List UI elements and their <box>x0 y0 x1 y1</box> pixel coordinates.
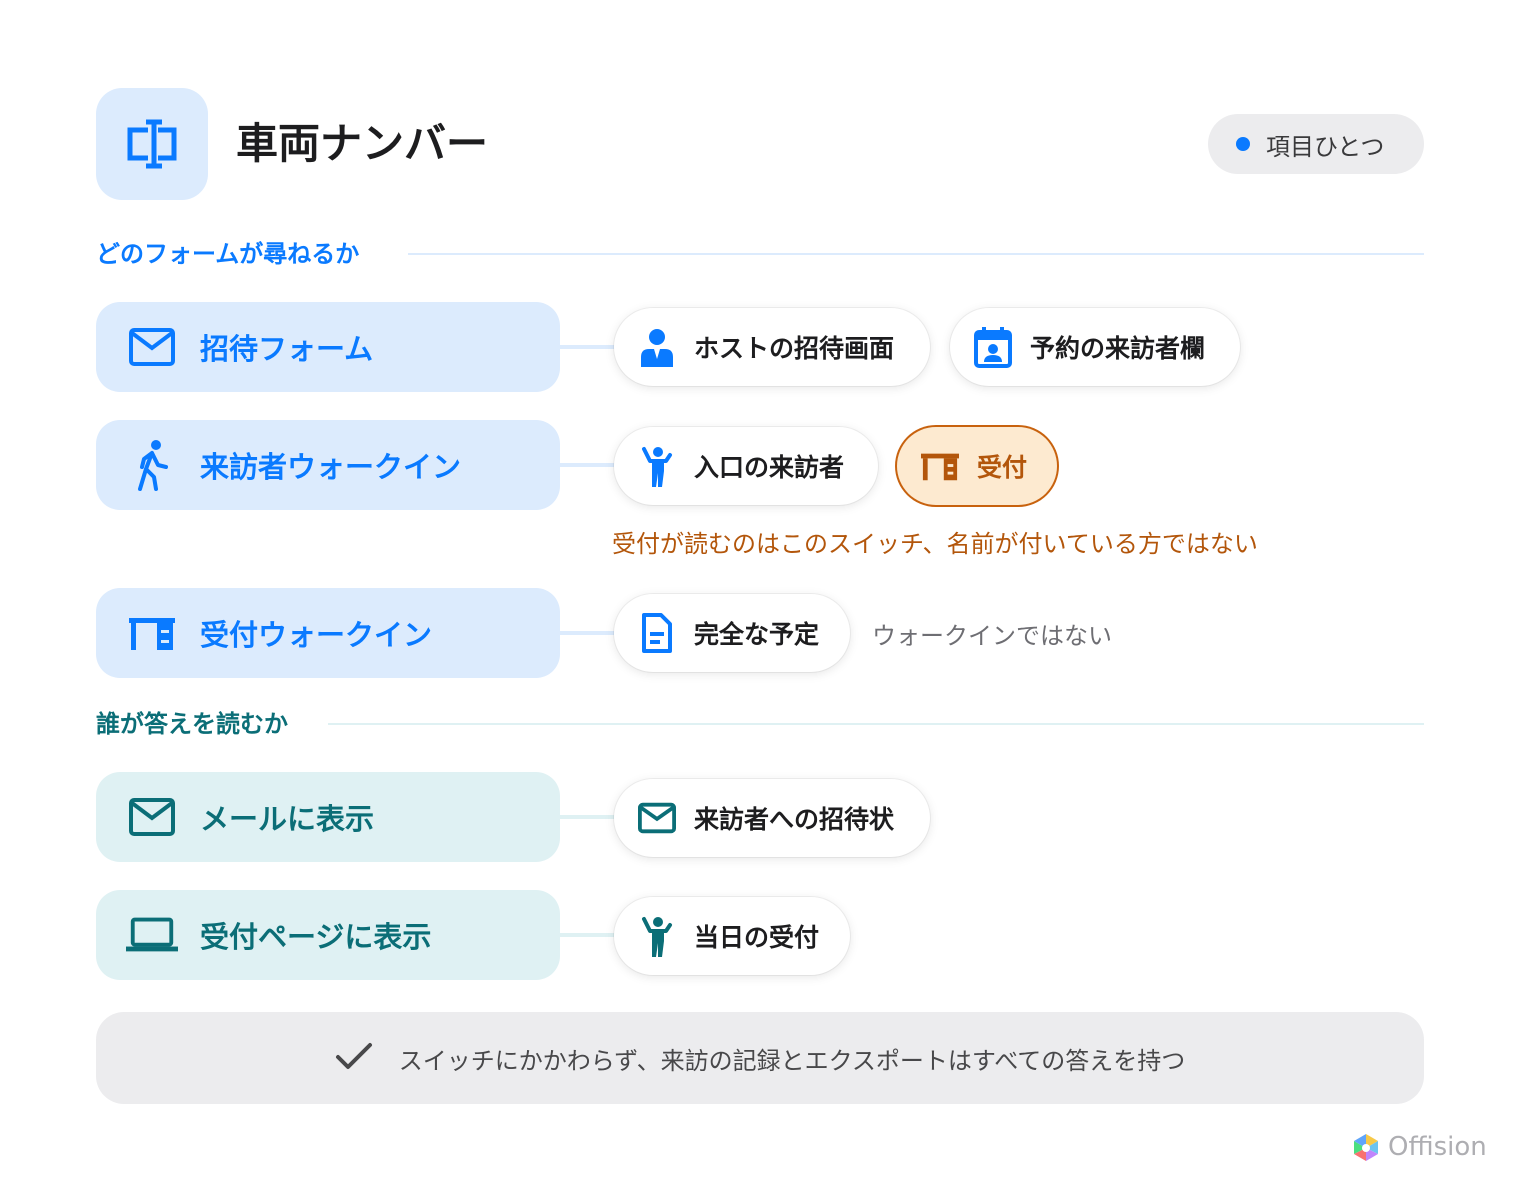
category-label: 来訪者ウォークイン <box>200 450 462 484</box>
pill-entrance-visitor: 入口の来訪者 <box>614 427 878 505</box>
pill-same-day-reception: 当日の受付 <box>614 897 850 975</box>
category-visitor-walkin: 来訪者ウォークイン <box>96 420 560 510</box>
brand-name: Offision <box>1388 1132 1487 1162</box>
status-badge-label: 項目ひとつ <box>1266 132 1385 161</box>
title-icon-box <box>96 88 208 200</box>
calendar-person-icon <box>974 326 1012 368</box>
connector <box>560 933 614 937</box>
reception-desk-icon <box>921 445 959 487</box>
pill-reservation-visitor: 予約の来訪者欄 <box>950 308 1240 386</box>
pill-label: 予約の来訪者欄 <box>1030 334 1206 363</box>
category-label: 招待フォーム <box>200 332 374 366</box>
text-field-icon <box>127 119 177 169</box>
host-icon <box>638 326 676 368</box>
category-reception-walkin: 受付ウォークイン <box>96 588 560 678</box>
category-invite-form: 招待フォーム <box>96 302 560 392</box>
footer-note: スイッチにかかわらず、来訪の記録とエクスポートはすべての答えを持つ <box>96 1012 1424 1104</box>
section-divider-forms <box>408 253 1424 255</box>
not-walkin-note: ウォークインではない <box>872 622 1112 650</box>
footer-text: スイッチにかかわらず、来訪の記録とエクスポートはすべての答えを持つ <box>398 1046 1186 1075</box>
check-icon <box>335 1041 373 1075</box>
reception-desk-icon <box>126 607 178 659</box>
category-label: メールに表示 <box>200 802 375 836</box>
mail-icon <box>126 321 178 373</box>
pill-label: ホストの招待画面 <box>694 334 895 363</box>
connector <box>560 463 614 467</box>
section-divider-readers <box>328 723 1424 725</box>
pill-host-invite: ホストの招待画面 <box>614 308 930 386</box>
category-label: 受付ウォークイン <box>200 618 433 652</box>
waving-person-icon <box>638 915 676 957</box>
waving-person-icon <box>638 445 676 487</box>
pill-label: 入口の来訪者 <box>694 453 845 482</box>
laptop-icon <box>126 909 178 961</box>
pill-reception-highlight: 受付 <box>897 427 1057 505</box>
pill-label: 当日の受付 <box>694 923 820 952</box>
walking-person-icon <box>126 439 178 491</box>
status-dot <box>1236 137 1250 151</box>
offision-logo-icon <box>1354 1134 1378 1161</box>
brand-logo: Offision <box>1352 1132 1487 1162</box>
mail-icon <box>638 797 676 839</box>
document-icon <box>638 612 676 654</box>
connector <box>560 345 614 349</box>
status-badge: 項目ひとつ <box>1208 114 1424 174</box>
mail-icon <box>126 791 178 843</box>
pill-label: 来訪者への招待状 <box>694 805 895 834</box>
pill-visitor-invitation: 来訪者への招待状 <box>614 779 930 857</box>
category-show-in-email: メールに表示 <box>96 772 560 862</box>
category-show-in-reception-page: 受付ページに表示 <box>96 890 560 980</box>
connector <box>560 631 614 635</box>
pill-label: 完全な予定 <box>694 620 820 649</box>
category-label: 受付ページに表示 <box>200 920 432 954</box>
connector <box>560 815 614 819</box>
page-title: 車両ナンバー <box>236 119 489 168</box>
section-title-forms: どのフォームが尋ねるか <box>96 240 360 268</box>
reception-note: 受付が読むのはこのスイッチ、名前が付いている方ではない <box>612 530 1258 558</box>
section-title-readers: 誰が答えを読むか <box>96 710 288 738</box>
pill-full-appointment: 完全な予定 <box>614 594 850 672</box>
pill-label: 受付 <box>977 453 1028 482</box>
